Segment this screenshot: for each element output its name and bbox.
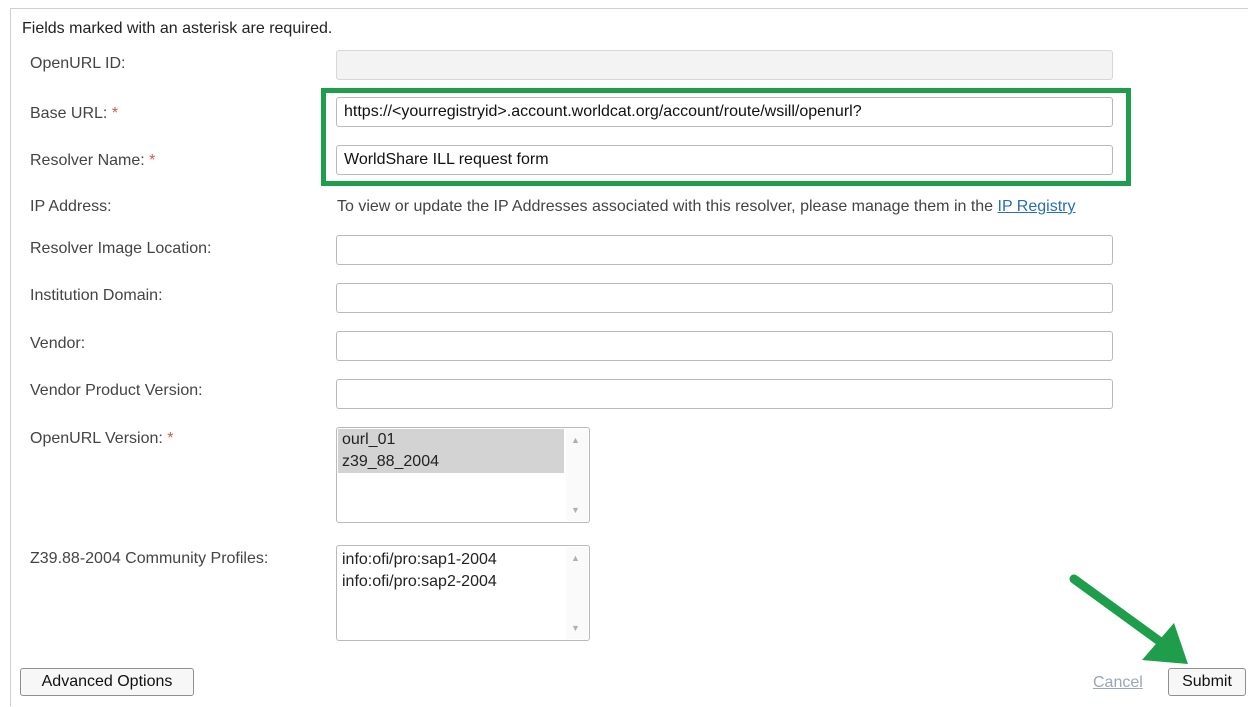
listbox-option-ourl-01[interactable]: ourl_01: [338, 429, 564, 451]
base-url-label: Base URL: *: [30, 105, 119, 122]
community-profiles-label: Z39.88-2004 Community Profiles:: [30, 550, 269, 567]
listbox-option-z39-88-2004[interactable]: z39_88_2004: [338, 451, 564, 473]
listbox-scrollbar[interactable]: ▲ ▼: [566, 429, 588, 521]
vendor-version-input[interactable]: [336, 379, 1113, 409]
resolver-name-label: Resolver Name: *: [30, 152, 156, 169]
institution-domain-label: Institution Domain:: [30, 287, 163, 304]
highlight-box: [321, 88, 1131, 186]
institution-domain-input[interactable]: [336, 283, 1113, 313]
cancel-link[interactable]: Cancel: [1093, 674, 1143, 692]
openurl-id-label: OpenURL ID:: [30, 55, 126, 72]
scroll-down-icon[interactable]: ▼: [571, 623, 580, 633]
required-asterisk: *: [167, 430, 174, 447]
required-note: Fields marked with an asterisk are requi…: [22, 20, 333, 37]
resolver-image-label: Resolver Image Location:: [30, 240, 212, 257]
openurl-id-field: [336, 50, 1113, 80]
scroll-up-icon[interactable]: ▲: [571, 553, 580, 563]
community-profiles-listbox[interactable]: info:ofi/pro:sap1-2004 info:ofi/pro:sap2…: [336, 545, 590, 641]
openurl-version-listbox[interactable]: ourl_01 z39_88_2004 ▲ ▼: [336, 427, 590, 523]
scroll-up-icon[interactable]: ▲: [571, 435, 580, 445]
listbox-option-sap1[interactable]: info:ofi/pro:sap1-2004: [338, 549, 564, 571]
advanced-options-button[interactable]: Advanced Options: [20, 668, 194, 696]
scroll-down-icon[interactable]: ▼: [571, 505, 580, 515]
ip-address-note: To view or update the IP Addresses assoc…: [337, 198, 1076, 215]
arrow-icon: [1069, 574, 1188, 664]
listbox-option-sap2[interactable]: info:ofi/pro:sap2-2004: [338, 571, 564, 593]
openurl-version-label: OpenURL Version: *: [30, 430, 174, 447]
resolver-image-input[interactable]: [336, 235, 1113, 265]
vendor-input[interactable]: [336, 331, 1113, 361]
ip-registry-link[interactable]: IP Registry: [998, 198, 1076, 215]
ip-address-label: IP Address:: [30, 198, 112, 215]
required-asterisk: *: [149, 152, 156, 169]
required-asterisk: *: [111, 105, 119, 122]
listbox-scrollbar[interactable]: ▲ ▼: [566, 547, 588, 639]
vendor-version-label: Vendor Product Version:: [30, 382, 203, 399]
vendor-label: Vendor:: [30, 335, 86, 352]
